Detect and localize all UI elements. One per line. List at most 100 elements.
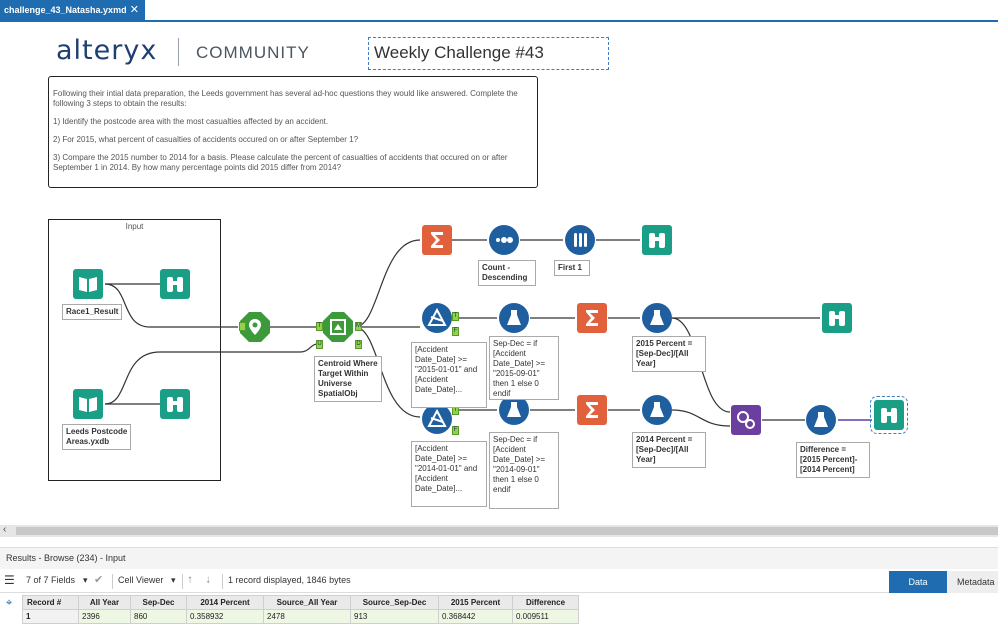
formula-tool-pct-2014[interactable] xyxy=(642,395,672,425)
binoculars-icon xyxy=(881,408,897,423)
browse-tool-2015[interactable] xyxy=(822,303,852,333)
browse-tool-leeds[interactable] xyxy=(160,389,190,419)
anchor-data[interactable]: D xyxy=(355,340,362,349)
toolbar-divider xyxy=(182,574,183,589)
sample-tool[interactable] xyxy=(565,225,595,255)
binoculars-icon xyxy=(167,277,183,292)
cell-2014-percent[interactable]: 0.358932 xyxy=(186,609,264,624)
results-grid[interactable]: Record # All Year Sep-Dec 2014 Percent S… xyxy=(22,595,579,624)
wire-pct2014-to-join xyxy=(671,409,731,427)
sort-tool[interactable] xyxy=(489,225,519,255)
col-source-sep-dec[interactable]: Source_Sep-Dec xyxy=(350,595,439,610)
browse-tool-race[interactable] xyxy=(160,269,190,299)
flask-icon xyxy=(650,402,664,417)
col-all-year[interactable]: All Year xyxy=(78,595,131,610)
browse-tool-top-postcode[interactable] xyxy=(642,225,672,255)
summarize-tool-postcode[interactable] xyxy=(422,225,452,255)
flask-icon xyxy=(507,310,521,325)
results-toolbar: ☰ 7 of 7 Fields ▾ ✔ Cell Viewer ▾ ⭡ ⭣ 1 … xyxy=(0,571,998,593)
tab-data[interactable]: Data xyxy=(889,571,947,593)
scroll-left-arrow-icon[interactable]: ‹ xyxy=(3,524,6,535)
tab-metadata[interactable]: Metadata xyxy=(947,571,998,593)
col-difference[interactable]: Difference xyxy=(512,595,579,610)
cell-sep-dec[interactable]: 860 xyxy=(130,609,187,624)
formula-tool-sepdec-2015[interactable] xyxy=(499,303,529,333)
col-2015-percent[interactable]: 2015 Percent xyxy=(438,595,513,610)
col-sep-dec[interactable]: Sep-Dec xyxy=(130,595,187,610)
fields-dropdown-icon[interactable]: ▾ xyxy=(83,575,88,586)
browse-tool-difference[interactable] xyxy=(870,396,908,434)
cell-record-number[interactable]: 1 xyxy=(22,609,79,624)
filter-triangle-icon xyxy=(427,408,447,427)
wire-match-to-summ1 xyxy=(354,239,421,328)
apply-check-icon[interactable]: ✔ xyxy=(94,573,103,586)
wire-leeds-to-spatial xyxy=(104,343,319,405)
workflow-canvas[interactable]: alteryx COMMUNITY Weekly Challenge #43 F… xyxy=(0,22,998,525)
anchor-false-2015[interactable]: F xyxy=(452,327,459,336)
anchor-spatial-in[interactable] xyxy=(239,322,246,331)
annotation-sepdec-2015: Sep-Dec = if [Accident Date_Date] >= "20… xyxy=(489,336,559,400)
test-tubes-icon xyxy=(574,233,587,247)
annotation-sepdec-2014: Sep-Dec = if [Accident Date_Date] >= "20… xyxy=(489,432,559,509)
toolbar-divider xyxy=(112,574,113,589)
cell-source-all-year[interactable]: 2478 xyxy=(263,609,351,624)
spatial-match-tool[interactable] xyxy=(323,312,353,342)
annotation-leeds: Leeds Postcode Areas.yxdb xyxy=(62,424,132,450)
input-tool-leeds[interactable] xyxy=(73,389,103,419)
col-record-number[interactable]: Record # xyxy=(22,595,79,610)
fields-selector[interactable]: 7 of 7 Fields xyxy=(26,575,75,585)
col-2014-percent[interactable]: 2014 Percent xyxy=(186,595,264,610)
anchor-universe[interactable]: U xyxy=(316,340,323,349)
binoculars-icon[interactable]: ⌖ xyxy=(6,597,12,610)
results-side-icons: ⌖ xyxy=(0,571,22,644)
filter-tool-2015[interactable] xyxy=(422,303,452,333)
toolbar-divider xyxy=(222,574,223,589)
filter-tool-2014[interactable] xyxy=(422,404,452,434)
binoculars-icon xyxy=(649,233,665,248)
book-icon xyxy=(79,397,97,412)
cell-viewer-dropdown-icon[interactable]: ▾ xyxy=(171,575,176,586)
record-info: 1 record displayed, 1846 bytes xyxy=(228,575,351,585)
cell-2015-percent[interactable]: 0.368442 xyxy=(438,609,513,624)
anchor-false-2014[interactable]: F xyxy=(452,426,459,435)
col-source-all-year[interactable]: Source_All Year xyxy=(263,595,351,610)
scroll-down-icon[interactable]: ⭣ xyxy=(206,575,210,586)
sigma-icon xyxy=(431,232,443,248)
cell-source-sep-dec[interactable]: 913 xyxy=(350,609,439,624)
annotation-first1: First 1 xyxy=(554,260,590,276)
sort-dots-icon xyxy=(496,237,513,243)
scrollbar-thumb[interactable] xyxy=(16,527,998,535)
annotation-difference: Difference = [2015 Percent]- [2014 Perce… xyxy=(796,442,870,478)
annotation-pct-2015: 2015 Percent = [Sep-Dec]/[All Year] xyxy=(632,336,706,372)
table-row[interactable]: 1 2396 860 0.358932 2478 913 0.368442 0.… xyxy=(22,609,579,624)
book-icon xyxy=(79,277,97,292)
binoculars-icon xyxy=(167,397,183,412)
flask-icon xyxy=(814,412,828,427)
document-tab[interactable]: challenge_43_Natasha.yxmd ✕ xyxy=(0,0,145,20)
formula-tool-difference[interactable] xyxy=(806,405,836,435)
results-window-title: Results - Browse (234) - Input xyxy=(0,547,998,569)
results-title-text: Results - Browse (234) - Input xyxy=(6,553,126,563)
filter-triangle-icon xyxy=(427,307,447,326)
join-tool[interactable] xyxy=(731,405,761,435)
annotation-race: Race1_Result xyxy=(62,304,123,320)
anchor-target[interactable]: T xyxy=(316,322,323,331)
annotation-count-desc: Count - Descending xyxy=(478,260,536,286)
input-tool-race[interactable] xyxy=(73,269,103,299)
flask-icon xyxy=(650,310,664,325)
cell-difference[interactable]: 0.009511 xyxy=(512,609,579,624)
anchor-true-2015[interactable]: T xyxy=(452,312,459,321)
sigma-icon xyxy=(586,310,598,326)
formula-tool-pct-2015[interactable] xyxy=(642,303,672,333)
annotation-filter-2014: [Accident Date_Date] >= "2014-01-01" and… xyxy=(411,441,487,507)
cell-all-year[interactable]: 2396 xyxy=(78,609,131,624)
annotation-pct-2014: 2014 Percent = [Sep-Dec]/[All Year] xyxy=(632,432,706,468)
anchor-match[interactable]: M xyxy=(355,322,362,331)
scroll-up-icon[interactable]: ⭡ xyxy=(188,575,192,586)
summarize-tool-2014[interactable] xyxy=(577,395,607,425)
close-icon[interactable]: ✕ xyxy=(130,0,139,20)
canvas-horizontal-scrollbar[interactable]: ‹ xyxy=(0,524,998,537)
summarize-tool-2015[interactable] xyxy=(577,303,607,333)
sigma-icon xyxy=(586,402,598,418)
cell-viewer-selector[interactable]: Cell Viewer xyxy=(118,575,163,585)
